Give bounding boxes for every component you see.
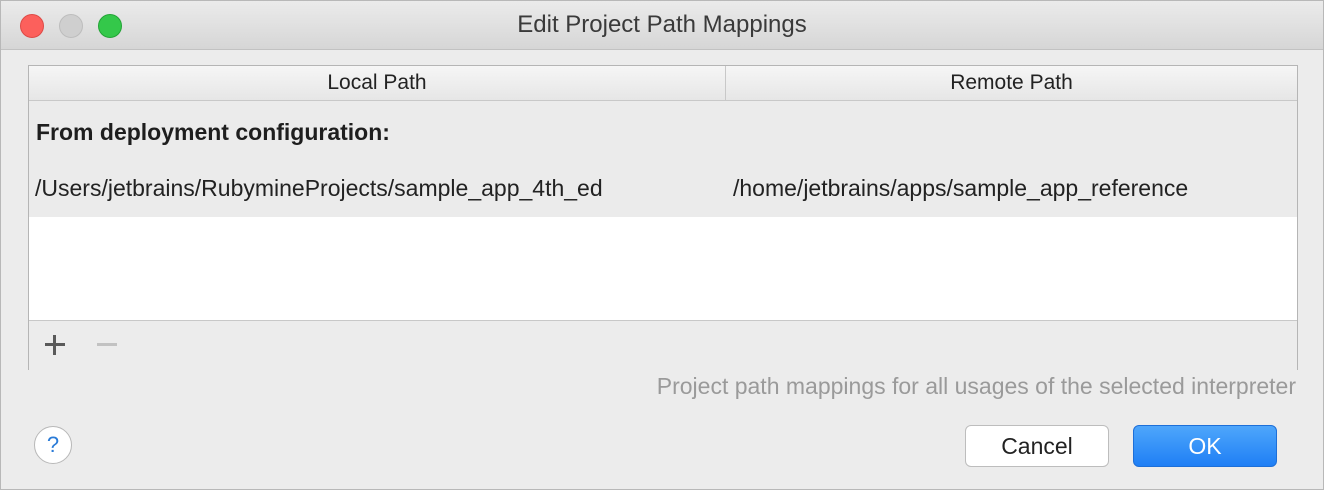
dialog-title: Edit Project Path Mappings xyxy=(517,11,807,38)
column-header-local-path[interactable]: Local Path xyxy=(29,66,726,100)
column-header-remote-path[interactable]: Remote Path xyxy=(726,66,1297,100)
remote-path-cell[interactable]: /home/jetbrains/apps/sample_app_referenc… xyxy=(733,175,1188,202)
question-mark-icon: ? xyxy=(46,432,60,457)
help-button[interactable]: ? xyxy=(34,426,72,464)
dialog-window: Edit Project Path Mappings Local Path Re… xyxy=(0,0,1324,490)
group-label: From deployment configuration: xyxy=(36,119,390,145)
table-row[interactable]: /Users/jetbrains/RubymineProjects/sample… xyxy=(29,165,1297,217)
table-group-row: From deployment configuration: xyxy=(29,101,1297,165)
table-toolbar xyxy=(29,320,1297,370)
title-bar[interactable]: Edit Project Path Mappings xyxy=(1,1,1323,50)
cancel-button[interactable]: Cancel xyxy=(965,425,1109,467)
hint-text: Project path mappings for all usages of … xyxy=(656,373,1296,399)
ok-button[interactable]: OK xyxy=(1133,425,1277,467)
remove-mapping-button[interactable] xyxy=(95,333,119,357)
path-mappings-table: Local Path Remote Path From deployment c… xyxy=(28,65,1298,370)
add-mapping-button[interactable] xyxy=(43,333,67,357)
table-header: Local Path Remote Path xyxy=(29,66,1297,101)
local-path-cell[interactable]: /Users/jetbrains/RubymineProjects/sample… xyxy=(35,175,603,202)
